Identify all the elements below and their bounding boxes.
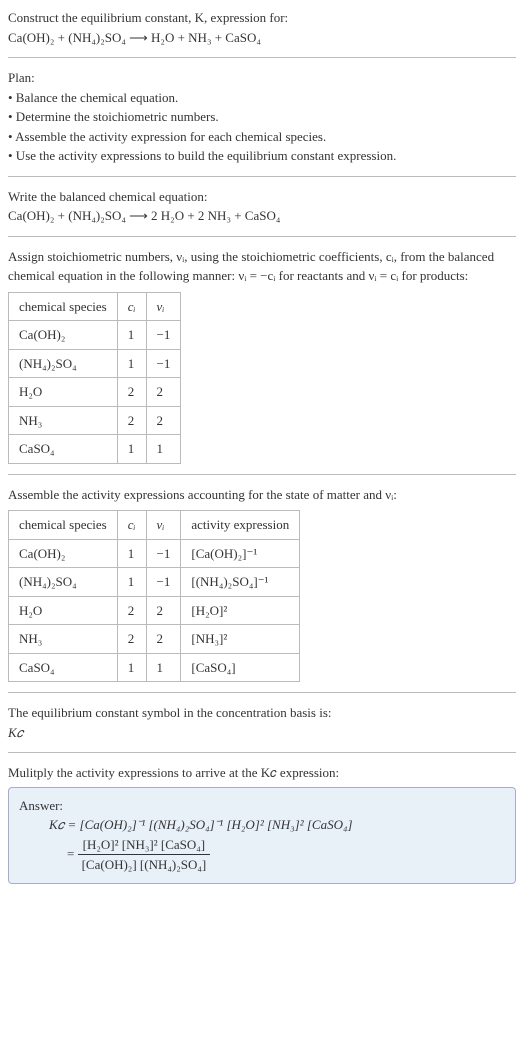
- answer-eq1-text: K𝑐 = [Ca(OH)₂]⁻¹ [(NH₄)₂SO₄]⁻¹ [H₂O]² [N…: [49, 817, 353, 832]
- v-cell: 1: [146, 653, 181, 682]
- plan-bullet: • Assemble the activity expression for e…: [8, 127, 516, 147]
- table-header: activity expression: [181, 511, 300, 540]
- divider: [8, 752, 516, 753]
- divider: [8, 474, 516, 475]
- c-cell: 1: [117, 321, 146, 350]
- v-cell: 1: [146, 435, 181, 464]
- species-cell: Ca(OH)₂: [9, 539, 118, 568]
- multiply-section: Mulitply the activity expressions to arr…: [8, 763, 516, 884]
- v-cell: −1: [146, 568, 181, 597]
- species-cell: NH₃: [9, 625, 118, 654]
- table-row: (NH₄)₂SO₄ 1 −1: [9, 349, 181, 378]
- v-cell: 2: [146, 406, 181, 435]
- stoich-table: chemical species cᵢ νᵢ Ca(OH)₂ 1 −1 (NH₄…: [8, 292, 181, 464]
- activity-cell: [CaSO₄]: [181, 653, 300, 682]
- table-row: H₂O 2 2: [9, 378, 181, 407]
- activity-table: chemical species cᵢ νᵢ activity expressi…: [8, 510, 300, 682]
- assign-section: Assign stoichiometric numbers, νᵢ, using…: [8, 247, 516, 464]
- species-cell: CaSO₄: [9, 435, 118, 464]
- table-header: νᵢ: [146, 511, 181, 540]
- assemble-section: Assemble the activity expressions accoun…: [8, 485, 516, 683]
- species-cell: CaSO₄: [9, 653, 118, 682]
- c-cell: 2: [117, 625, 146, 654]
- answer-eq1: K𝑐 = [Ca(OH)₂]⁻¹ [(NH₄)₂SO₄]⁻¹ [H₂O]² [N…: [19, 815, 505, 835]
- table-header: cᵢ: [117, 511, 146, 540]
- balanced-section: Write the balanced chemical equation: Ca…: [8, 187, 516, 226]
- answer-label: Answer:: [19, 796, 505, 816]
- v-cell: −1: [146, 349, 181, 378]
- table-row: Ca(OH)₂ 1 −1: [9, 321, 181, 350]
- c-cell: 1: [117, 435, 146, 464]
- c-cell: 2: [117, 378, 146, 407]
- table-header: νᵢ: [146, 292, 181, 321]
- symbol-line2: K𝑐: [8, 723, 516, 743]
- divider: [8, 176, 516, 177]
- answer-box: Answer: K𝑐 = [Ca(OH)₂]⁻¹ [(NH₄)₂SO₄]⁻¹ […: [8, 787, 516, 884]
- v-cell: −1: [146, 539, 181, 568]
- table-row: NH₃ 2 2: [9, 406, 181, 435]
- assemble-text: Assemble the activity expressions accoun…: [8, 485, 516, 505]
- plan-bullet: • Determine the stoichiometric numbers.: [8, 107, 516, 127]
- activity-cell: [H₂O]²: [181, 596, 300, 625]
- activity-cell: [Ca(OH)₂]⁻¹: [181, 539, 300, 568]
- balanced-equation: Ca(OH)₂ + (NH₄)₂SO₄ ⟶ 2 H₂O + 2 NH₃ + Ca…: [8, 206, 516, 226]
- activity-cell: [(NH₄)₂SO₄]⁻¹: [181, 568, 300, 597]
- multiply-text: Mulitply the activity expressions to arr…: [8, 763, 516, 783]
- divider: [8, 692, 516, 693]
- v-cell: 2: [146, 378, 181, 407]
- plan-bullet: • Balance the chemical equation.: [8, 88, 516, 108]
- c-cell: 1: [117, 349, 146, 378]
- table-row: Ca(OH)₂ 1 −1 [Ca(OH)₂]⁻¹: [9, 539, 300, 568]
- intro-equation: Ca(OH)₂ + (NH₄)₂SO₄ ⟶ H₂O + NH₃ + CaSO₄: [8, 28, 516, 48]
- c-cell: 2: [117, 406, 146, 435]
- fraction-denominator: [Ca(OH)₂] [(NH₄)₂SO₄]: [78, 855, 211, 875]
- symbol-line1: The equilibrium constant symbol in the c…: [8, 703, 516, 723]
- c-cell: 2: [117, 596, 146, 625]
- table-header: chemical species: [9, 292, 118, 321]
- v-cell: 2: [146, 596, 181, 625]
- table-row: CaSO₄ 1 1 [CaSO₄]: [9, 653, 300, 682]
- symbol-section: The equilibrium constant symbol in the c…: [8, 703, 516, 742]
- species-cell: (NH₄)₂SO₄: [9, 568, 118, 597]
- balanced-title: Write the balanced chemical equation:: [8, 187, 516, 207]
- eq2-prefix: =: [67, 845, 78, 860]
- answer-eq2: = [H₂O]² [NH₃]² [CaSO₄] [Ca(OH)₂] [(NH₄)…: [19, 835, 505, 875]
- intro-section: Construct the equilibrium constant, K, e…: [8, 8, 516, 47]
- fraction: [H₂O]² [NH₃]² [CaSO₄] [Ca(OH)₂] [(NH₄)₂S…: [78, 835, 211, 875]
- activity-cell: [NH₃]²: [181, 625, 300, 654]
- assign-text: Assign stoichiometric numbers, νᵢ, using…: [8, 247, 516, 286]
- plan-section: Plan: • Balance the chemical equation. •…: [8, 68, 516, 166]
- table-row: H₂O 2 2 [H₂O]²: [9, 596, 300, 625]
- species-cell: H₂O: [9, 596, 118, 625]
- plan-bullet: • Use the activity expressions to build …: [8, 146, 516, 166]
- table-row: (NH₄)₂SO₄ 1 −1 [(NH₄)₂SO₄]⁻¹: [9, 568, 300, 597]
- c-cell: 1: [117, 539, 146, 568]
- v-cell: 2: [146, 625, 181, 654]
- species-cell: NH₃: [9, 406, 118, 435]
- species-cell: (NH₄)₂SO₄: [9, 349, 118, 378]
- table-row: NH₃ 2 2 [NH₃]²: [9, 625, 300, 654]
- c-cell: 1: [117, 653, 146, 682]
- table-header: chemical species: [9, 511, 118, 540]
- fraction-numerator: [H₂O]² [NH₃]² [CaSO₄]: [78, 835, 211, 856]
- species-cell: Ca(OH)₂: [9, 321, 118, 350]
- intro-line1: Construct the equilibrium constant, K, e…: [8, 8, 516, 28]
- table-header: cᵢ: [117, 292, 146, 321]
- v-cell: −1: [146, 321, 181, 350]
- species-cell: H₂O: [9, 378, 118, 407]
- divider: [8, 57, 516, 58]
- plan-title: Plan:: [8, 68, 516, 88]
- c-cell: 1: [117, 568, 146, 597]
- table-row: CaSO₄ 1 1: [9, 435, 181, 464]
- divider: [8, 236, 516, 237]
